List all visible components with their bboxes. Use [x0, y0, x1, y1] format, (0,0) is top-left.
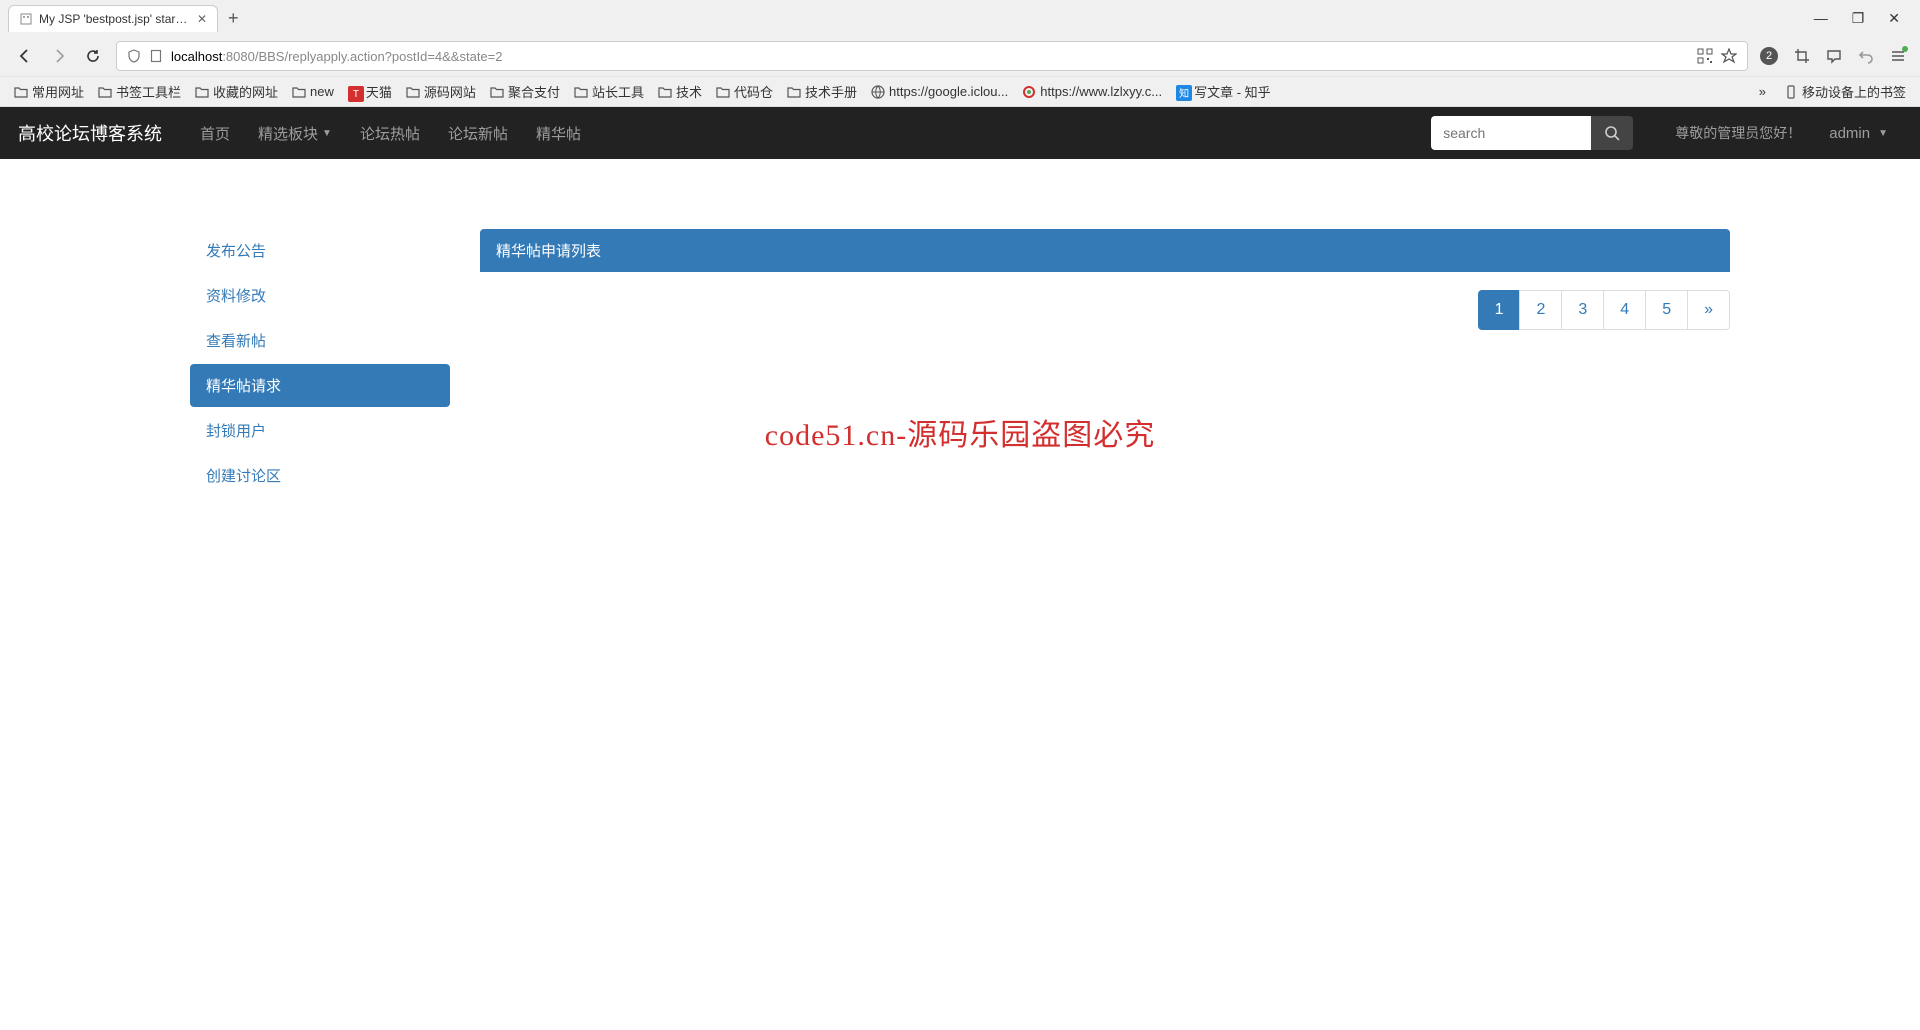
sidebar-item-0[interactable]: 发布公告 [190, 229, 450, 272]
bookmark-item[interactable]: 代码仓 [716, 82, 773, 101]
bookmarks-overflow-icon[interactable]: » [1755, 84, 1770, 99]
bookmark-item[interactable]: 常用网址 [14, 82, 84, 101]
bookmark-item[interactable]: https://www.lzlxyy.c... [1022, 84, 1162, 99]
phone-icon [1784, 85, 1798, 99]
bookmark-icon [574, 85, 588, 99]
url-host: localhost [171, 49, 222, 64]
new-tab-button[interactable]: + [228, 8, 239, 29]
content-area: 精华帖申请列表 12345» [480, 229, 1730, 499]
search-input[interactable] [1431, 116, 1591, 150]
page-4[interactable]: 4 [1603, 290, 1646, 330]
bookmark-item[interactable]: 聚合支付 [490, 82, 560, 101]
bookmark-item[interactable]: 技术手册 [787, 82, 857, 101]
chat-icon[interactable] [1826, 48, 1842, 64]
url-path: :8080/BBS/replyapply.action?postId=4&&st… [222, 49, 502, 64]
pagination: 12345» [480, 290, 1730, 330]
admin-sidebar: 发布公告资料修改查看新帖精华帖请求封锁用户创建讨论区 [190, 229, 450, 499]
caret-down-icon: ▼ [322, 128, 332, 139]
minimize-icon[interactable]: — [1814, 10, 1828, 27]
mobile-bookmarks[interactable]: 移动设备上的书签 [1784, 82, 1906, 101]
bookmark-item[interactable]: 知写文章 - 知乎 [1176, 82, 1271, 101]
bookmark-star-icon[interactable] [1721, 48, 1737, 64]
maximize-icon[interactable]: ❐ [1852, 10, 1865, 27]
search-form [1431, 116, 1633, 150]
bookmark-icon [1022, 85, 1036, 99]
bookmark-item[interactable]: 站长工具 [574, 82, 644, 101]
panel-header: 精华帖申请列表 [480, 229, 1730, 272]
bookmark-icon [406, 85, 420, 99]
bookmark-item[interactable]: T天猫 [348, 82, 392, 101]
bookmark-icon [658, 85, 672, 99]
app-navbar: 高校论坛博客系统 首页 精选板块 ▼ 论坛热帖 论坛新帖 精华帖 尊敬的管理员您… [0, 107, 1920, 159]
menu-icon[interactable] [1890, 48, 1906, 64]
page-1[interactable]: 1 [1478, 290, 1521, 330]
browser-chrome: My JSP 'bestpost.jsp' starting ✕ + — ❐ ✕ [0, 0, 1920, 107]
nav-home[interactable]: 首页 [186, 107, 244, 159]
bookmark-icon [292, 85, 306, 99]
nav-new[interactable]: 论坛新帖 [434, 107, 522, 159]
page-next[interactable]: » [1687, 290, 1730, 330]
caret-down-icon: ▼ [1878, 128, 1888, 139]
bookmark-item[interactable]: 收藏的网址 [195, 82, 278, 101]
reload-button[interactable] [82, 45, 104, 67]
brand[interactable]: 高校论坛博客系统 [18, 120, 162, 146]
page-icon [149, 49, 163, 63]
bookmark-item[interactable]: new [292, 84, 334, 99]
page-3[interactable]: 3 [1561, 290, 1604, 330]
bookmark-icon: T [348, 85, 362, 99]
browser-tab[interactable]: My JSP 'bestpost.jsp' starting ✕ [8, 5, 218, 32]
notification-badge[interactable]: 2 [1760, 47, 1778, 65]
greeting-text: 尊敬的管理员您好！ [1661, 107, 1815, 159]
bookmark-icon [716, 85, 730, 99]
tab-favicon-icon [19, 12, 33, 26]
forward-button[interactable] [48, 45, 70, 67]
nav-hot[interactable]: 论坛热帖 [346, 107, 434, 159]
address-bar: localhost:8080/BBS/replyapply.action?pos… [0, 36, 1920, 76]
tab-close-icon[interactable]: ✕ [197, 12, 207, 26]
sidebar-item-5[interactable]: 创建讨论区 [190, 454, 450, 497]
page-5[interactable]: 5 [1645, 290, 1688, 330]
user-menu[interactable]: admin ▼ [1815, 107, 1902, 159]
bookmark-icon [98, 85, 112, 99]
bookmark-icon [195, 85, 209, 99]
bookmark-icon [14, 85, 28, 99]
url-input[interactable]: localhost:8080/BBS/replyapply.action?pos… [116, 41, 1748, 71]
bookmark-icon [787, 85, 801, 99]
sidebar-item-3[interactable]: 精华帖请求 [190, 364, 450, 407]
shield-icon [127, 49, 141, 63]
bookmarks-bar: 常用网址书签工具栏收藏的网址 new T天猫源码网站聚合支付站长工具技术代码仓技术手… [0, 76, 1920, 106]
bookmark-item[interactable]: 技术 [658, 82, 702, 101]
bookmark-icon: 知 [1176, 85, 1190, 99]
undo-icon[interactable] [1858, 48, 1874, 64]
sidebar-item-2[interactable]: 查看新帖 [190, 319, 450, 362]
search-button[interactable] [1591, 116, 1633, 150]
sidebar-item-1[interactable]: 资料修改 [190, 274, 450, 317]
nav-sections[interactable]: 精选板块 ▼ [244, 107, 346, 159]
bookmark-item[interactable]: 书签工具栏 [98, 82, 181, 101]
back-button[interactable] [14, 45, 36, 67]
tab-bar: My JSP 'bestpost.jsp' starting ✕ + — ❐ ✕ [0, 0, 1920, 36]
tab-title: My JSP 'bestpost.jsp' starting [39, 12, 189, 26]
bookmark-icon [490, 85, 504, 99]
page-2[interactable]: 2 [1519, 290, 1562, 330]
bookmark-icon [871, 85, 885, 99]
close-window-icon[interactable]: ✕ [1888, 10, 1900, 27]
bookmark-item[interactable]: https://google.iclou... [871, 84, 1008, 99]
nav-best[interactable]: 精华帖 [522, 107, 595, 159]
crop-icon[interactable] [1794, 48, 1810, 64]
sidebar-item-4[interactable]: 封锁用户 [190, 409, 450, 452]
bookmark-item[interactable]: 源码网站 [406, 82, 476, 101]
toolbar-icons: 2 [1760, 47, 1906, 65]
watermark-text: code51.cn-源码乐园盗图必究 [765, 410, 1155, 454]
window-controls: — ❐ ✕ [1814, 10, 1912, 27]
qr-icon[interactable] [1697, 48, 1713, 64]
